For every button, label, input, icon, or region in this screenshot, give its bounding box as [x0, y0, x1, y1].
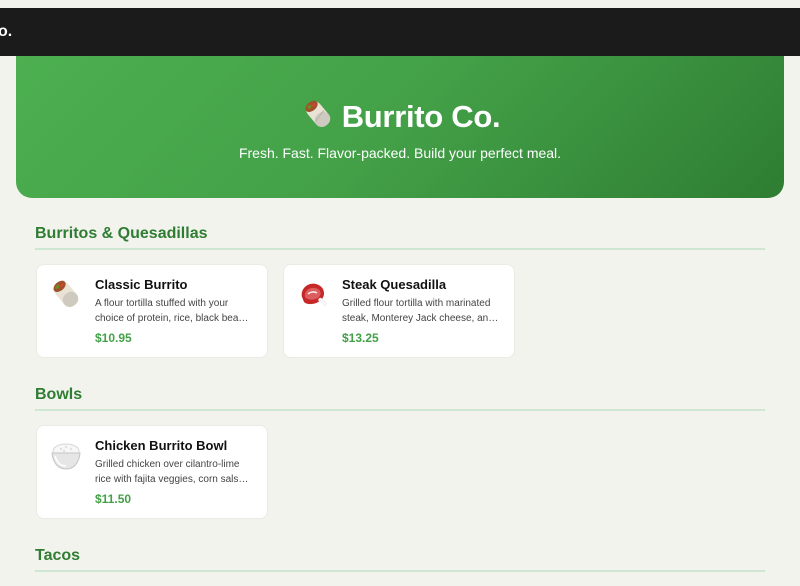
- menu-item-description: Grilled flour tortilla with marinated st…: [342, 298, 494, 324]
- hero-title: Burrito Co.: [341, 98, 501, 134]
- menu-item-card[interactable]: Chicken Burrito Bowl Grilled chicken ove…: [36, 425, 268, 519]
- menu-item-name: Classic Burrito: [95, 277, 188, 292]
- hero-subtitle: Fresh. Fast. Flavor-packed. Build your p…: [238, 145, 562, 161]
- menu-item-name: Steak Quesadilla: [342, 277, 447, 292]
- menu-item-card[interactable]: Steak Quesadilla Grilled flour tortilla …: [283, 264, 515, 358]
- section-title-burritos: Burritos & Quesadillas: [35, 225, 208, 242]
- hero-banner: Burrito Co. Fresh. Fast. Flavor-packed. …: [16, 56, 784, 198]
- navbar-brand[interactable]: o.: [0, 22, 12, 42]
- section-divider: [35, 248, 765, 250]
- menu-item-card[interactable]: Classic Burrito A flour tortilla stuffed…: [36, 264, 268, 358]
- top-navbar: o.: [0, 8, 800, 56]
- menu-item-description: Grilled chicken over cilantro-lime rice …: [95, 459, 244, 485]
- steak-icon: [296, 277, 330, 311]
- section-divider: [35, 409, 765, 411]
- menu-item-description: A flour tortilla stuffed with your choic…: [95, 298, 252, 324]
- menu-item-price: $10.95: [95, 331, 132, 345]
- section-title-bowls: Bowls: [35, 386, 83, 403]
- hero-title-row: Burrito Co.: [16, 96, 784, 137]
- section-divider: [35, 570, 765, 572]
- menu-item-price: $11.50: [95, 492, 132, 506]
- menu-item-price: $13.25: [342, 331, 379, 345]
- menu-item-name: Chicken Burrito Bowl: [95, 438, 228, 453]
- rice-bowl-icon: [49, 438, 83, 472]
- section-title-tacos: Tacos: [35, 547, 81, 564]
- burrito-icon: [300, 96, 336, 137]
- burrito-icon: [49, 277, 83, 311]
